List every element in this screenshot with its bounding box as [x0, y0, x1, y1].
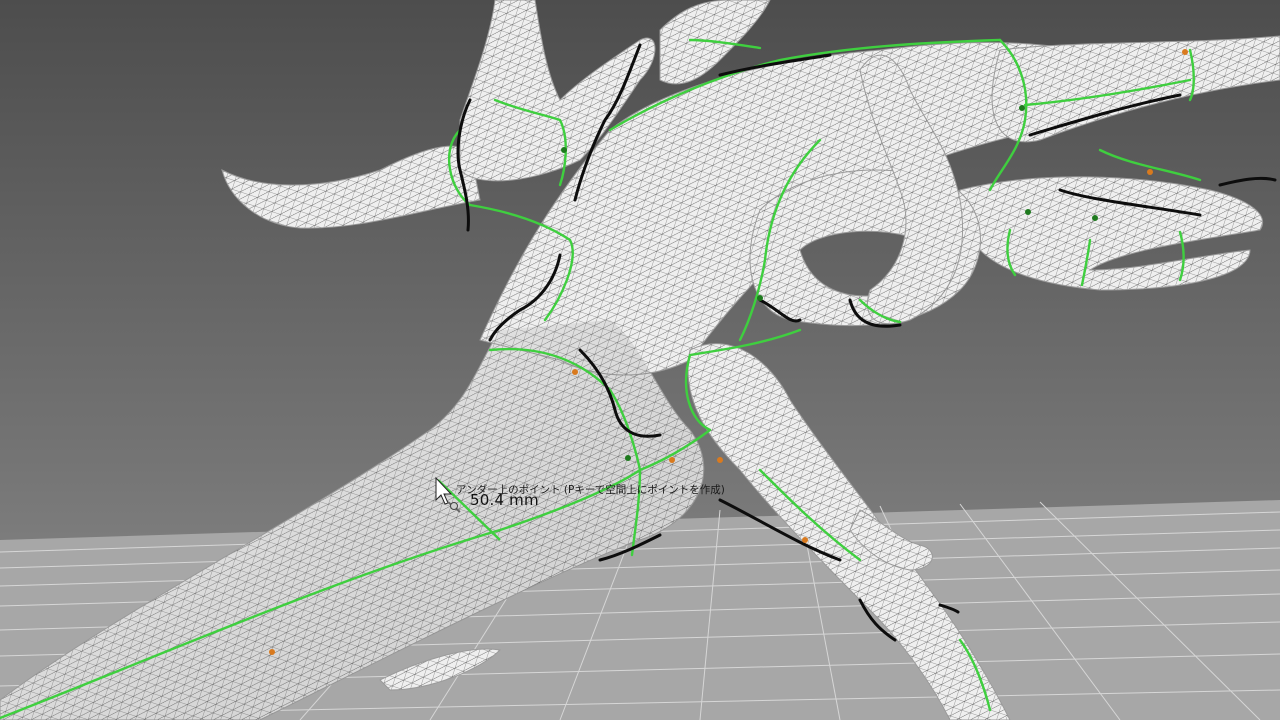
measurement-value: 50.4 mm	[470, 491, 539, 509]
scene-canvas[interactable]	[0, 0, 1280, 720]
3d-viewport[interactable]: アンダー上のポイント (Pキーで空間上にポイントを作成) 50.4 mm	[0, 0, 1280, 720]
measurement-hud: アンダー上のポイント (Pキーで空間上にポイントを作成) 50.4 mm	[430, 476, 850, 526]
